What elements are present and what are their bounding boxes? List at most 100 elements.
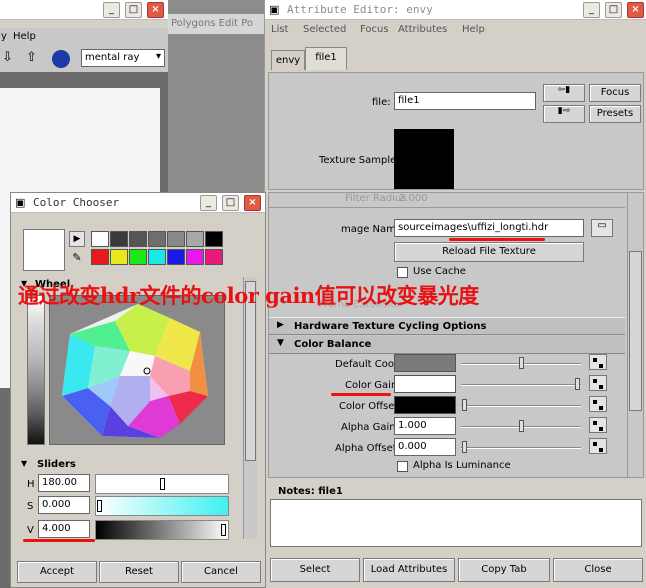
menu-help[interactable]: Help bbox=[13, 31, 36, 42]
default-color-swatch[interactable] bbox=[394, 354, 456, 372]
h-slider[interactable] bbox=[95, 474, 229, 494]
map-color-gain-button[interactable] bbox=[589, 375, 607, 391]
file-name-value: file1 bbox=[398, 95, 420, 106]
attr-editor-title: Attribute Editor: envy bbox=[287, 3, 433, 16]
cancel-button[interactable]: Cancel bbox=[181, 561, 261, 583]
renderer-select[interactable]: mental ray ▾ bbox=[81, 49, 165, 67]
select-button[interactable]: Select bbox=[270, 558, 360, 582]
s-slider-thumb[interactable] bbox=[97, 500, 102, 512]
palette-swatch[interactable] bbox=[186, 231, 204, 247]
alpha-gain-label: Alpha Gain bbox=[341, 422, 396, 433]
image-name-field[interactable]: sourceimages\uffizi_longti.hdr bbox=[394, 219, 584, 237]
import-icon[interactable]: ⇩ bbox=[2, 50, 18, 66]
close-button[interactable]: Close bbox=[553, 558, 643, 582]
file-name-field[interactable]: file1 bbox=[394, 92, 536, 110]
reload-texture-button[interactable]: Reload File Texture bbox=[394, 242, 584, 262]
chooser-scrollbar[interactable] bbox=[243, 277, 257, 539]
h-field[interactable]: 180.00 bbox=[38, 474, 90, 492]
v-slider[interactable] bbox=[95, 520, 229, 540]
palette-swatch[interactable] bbox=[148, 231, 166, 247]
menu-y[interactable]: y bbox=[1, 31, 7, 42]
palette-swatch[interactable] bbox=[110, 231, 128, 247]
load-attributes-button[interactable]: Load Attributes bbox=[363, 558, 455, 582]
close-icon[interactable]: × bbox=[627, 2, 644, 18]
v-field[interactable]: 4.000 bbox=[38, 520, 90, 538]
h-slider-thumb[interactable] bbox=[160, 478, 165, 490]
sliders-section-header[interactable]: ▼ Sliders bbox=[19, 457, 233, 473]
minimize-icon[interactable]: _ bbox=[103, 2, 120, 18]
palette-swatch[interactable] bbox=[186, 249, 204, 265]
focus-button[interactable]: Focus bbox=[589, 84, 641, 102]
alpha-gain-field[interactable]: 1.000 bbox=[394, 417, 456, 435]
alpha-gain-slider-thumb[interactable] bbox=[519, 420, 524, 432]
palette-swatch[interactable] bbox=[91, 231, 109, 247]
palette-swatch[interactable] bbox=[91, 249, 109, 265]
hardware-section-label: Hardware Texture Cycling Options bbox=[294, 321, 487, 332]
color-gain-swatch[interactable] bbox=[394, 375, 456, 393]
alpha-offset-slider[interactable] bbox=[461, 447, 581, 449]
color-gain-slider[interactable] bbox=[461, 384, 581, 386]
maximize-icon[interactable]: □ bbox=[222, 195, 239, 211]
palette-swatch[interactable] bbox=[205, 231, 223, 247]
color-wheel[interactable] bbox=[50, 296, 226, 446]
export-icon[interactable]: ⇧ bbox=[26, 50, 42, 66]
map-default-color-button[interactable] bbox=[589, 354, 607, 370]
maximize-icon[interactable]: □ bbox=[605, 2, 622, 18]
map-alpha-offset-button[interactable] bbox=[589, 438, 607, 454]
arrow-right-icon[interactable]: ▶ bbox=[69, 231, 85, 247]
map-color-offset-button[interactable] bbox=[589, 396, 607, 412]
v-slider-thumb[interactable] bbox=[221, 524, 226, 536]
palette-swatch[interactable] bbox=[148, 249, 166, 265]
palette-swatch[interactable] bbox=[129, 249, 147, 265]
palette-swatch[interactable] bbox=[167, 231, 185, 247]
output-connection-button[interactable]: ▮⇨ bbox=[543, 105, 585, 123]
maximize-icon[interactable]: □ bbox=[125, 2, 142, 18]
color-gain-slider-thumb[interactable] bbox=[575, 378, 580, 390]
s-slider[interactable] bbox=[95, 496, 229, 516]
s-field[interactable]: 0.000 bbox=[38, 496, 90, 514]
close-icon[interactable]: × bbox=[244, 195, 261, 211]
default-color-slider-thumb[interactable] bbox=[519, 357, 524, 369]
menu-focus[interactable]: Focus bbox=[360, 24, 389, 35]
alpha-offset-field[interactable]: 0.000 bbox=[394, 438, 456, 456]
close-icon[interactable]: × bbox=[147, 2, 164, 18]
texture-sample-swatch[interactable] bbox=[394, 129, 454, 189]
value-strip[interactable] bbox=[27, 295, 45, 445]
palette-swatch[interactable] bbox=[110, 249, 128, 265]
sliders-label: Sliders bbox=[37, 459, 76, 470]
minimize-icon[interactable]: _ bbox=[583, 2, 600, 18]
color-offset-swatch[interactable] bbox=[394, 396, 456, 414]
menu-help[interactable]: Help bbox=[462, 24, 485, 35]
attr-scrollbar-thumb[interactable] bbox=[629, 251, 642, 411]
palette-swatch[interactable] bbox=[167, 249, 185, 265]
file-label: file: bbox=[372, 97, 391, 108]
minimize-icon[interactable]: _ bbox=[200, 195, 217, 211]
notes-textarea[interactable] bbox=[270, 499, 642, 547]
menu-selected[interactable]: Selected bbox=[303, 24, 346, 35]
reset-button[interactable]: Reset bbox=[99, 561, 179, 583]
menu-list[interactable]: List bbox=[271, 24, 288, 35]
copy-tab-button[interactable]: Copy Tab bbox=[458, 558, 550, 582]
menu-attributes[interactable]: Attributes bbox=[398, 24, 447, 35]
map-alpha-gain-button[interactable] bbox=[589, 417, 607, 433]
tab-envy[interactable]: envy bbox=[271, 50, 305, 70]
color-offset-slider[interactable] bbox=[461, 405, 581, 407]
use-cache-checkbox[interactable] bbox=[397, 267, 408, 278]
palette-swatch[interactable] bbox=[129, 231, 147, 247]
eyedropper-icon[interactable]: ✎ bbox=[69, 251, 85, 267]
input-connection-button[interactable]: ⇦▮ bbox=[543, 84, 585, 102]
color-offset-slider-thumb[interactable] bbox=[462, 399, 467, 411]
color-balance-header[interactable]: ▼ Color Balance bbox=[269, 336, 625, 354]
hardware-section-header[interactable]: ▶ Hardware Texture Cycling Options bbox=[269, 317, 625, 335]
alpha-offset-slider-thumb[interactable] bbox=[462, 441, 467, 453]
current-color-swatch[interactable] bbox=[23, 229, 65, 271]
tab-envy-label: envy bbox=[275, 55, 301, 66]
alpha-is-luminance-checkbox[interactable] bbox=[397, 461, 408, 472]
folder-icon[interactable]: ▭ bbox=[591, 219, 613, 237]
accept-button[interactable]: Accept bbox=[17, 561, 97, 583]
palette-swatch[interactable] bbox=[205, 249, 223, 265]
presets-button[interactable]: Presets bbox=[589, 105, 641, 123]
tab-file1[interactable]: file1 bbox=[305, 47, 347, 70]
attr-scrollbar[interactable] bbox=[627, 193, 643, 477]
render-settings-icon[interactable] bbox=[52, 50, 70, 68]
